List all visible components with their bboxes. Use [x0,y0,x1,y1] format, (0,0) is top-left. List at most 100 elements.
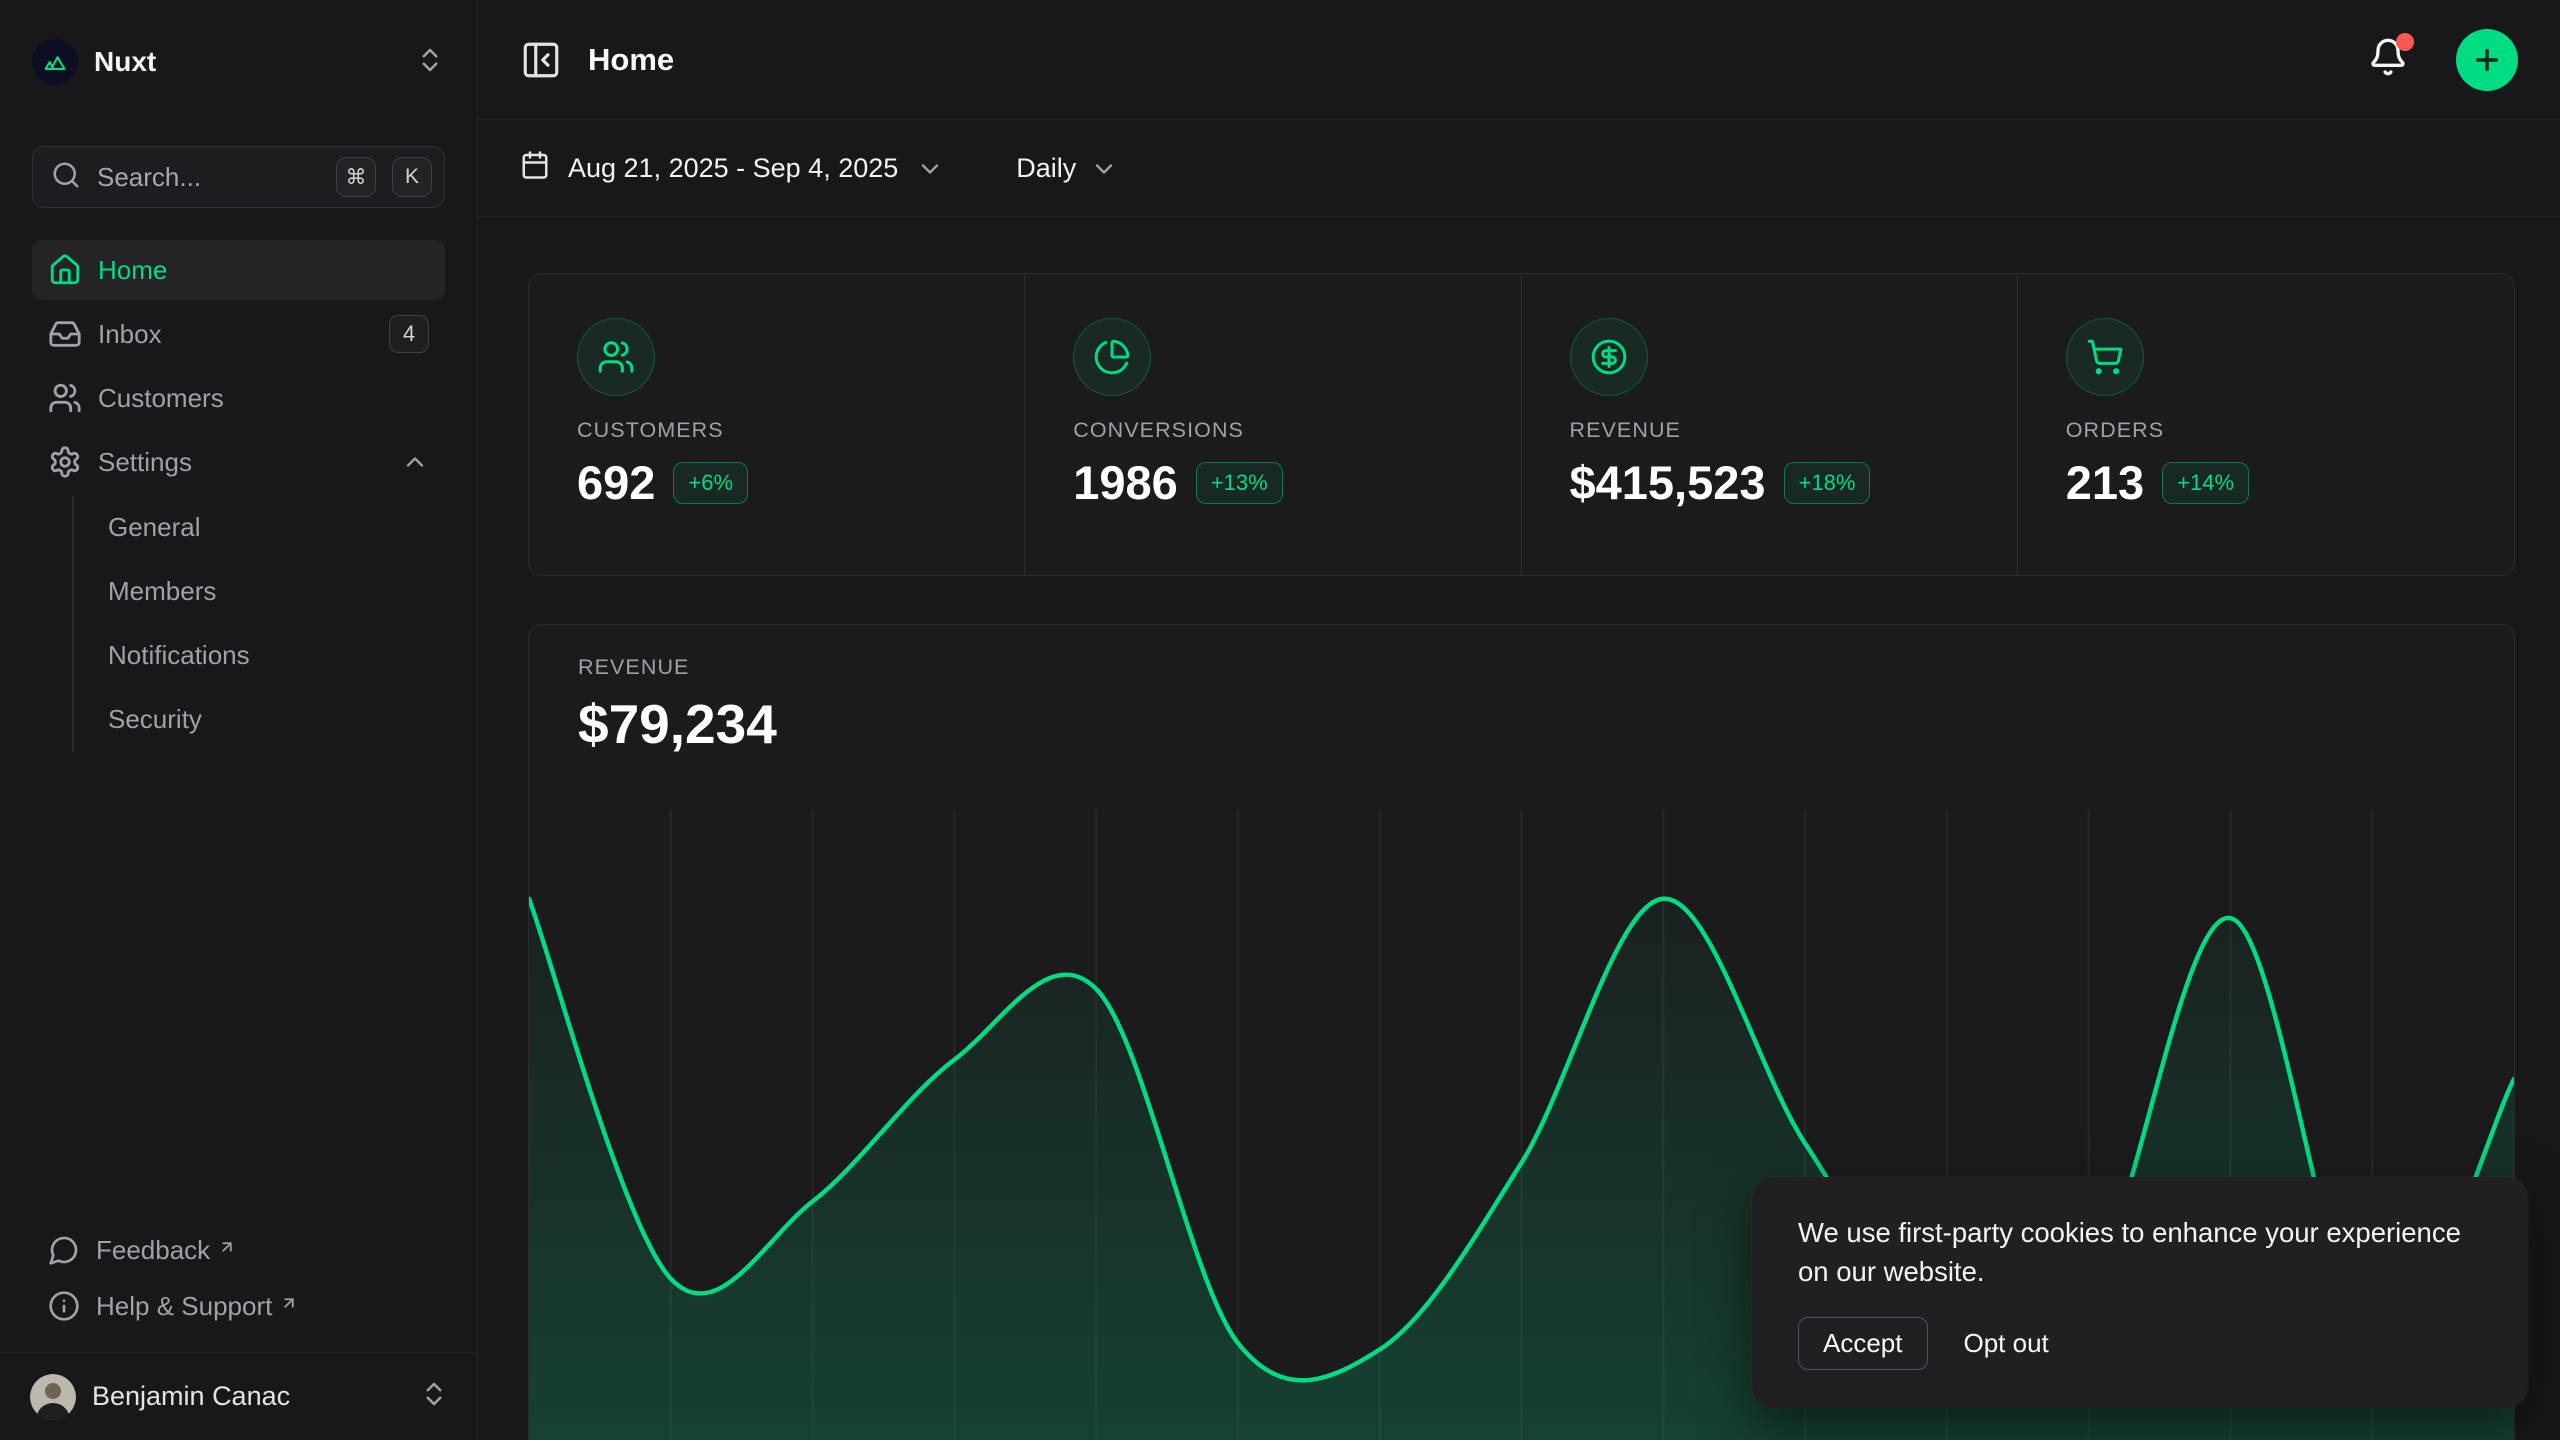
sidebar-link-label: Feedback [96,1235,210,1266]
gear-icon [48,445,82,479]
chevron-down-icon [1090,155,1118,183]
cart-icon [2086,338,2124,376]
app-root: Nuxt Search... ⌘ K Home Inbox 4 Customers Se… [0,0,2560,1440]
date-range-value: Aug 21, 2025 - Sep 4, 2025 [568,153,898,184]
stat-label: ORDERS [2066,418,2474,443]
stat-card-orders[interactable]: ORDERS 213 +14% [2018,274,2514,575]
granularity-select[interactable]: Daily [1016,153,1118,184]
stat-delta-badge: +18% [1784,462,1871,504]
inbox-icon [48,317,82,351]
plus-icon [2471,44,2503,76]
sidebar-item-label: Inbox [98,319,373,350]
sidebar-item-settings[interactable]: Settings [32,432,445,492]
sidebar-item-label: Home [98,255,429,286]
sidebar-item-customers[interactable]: Customers [32,368,445,428]
home-icon [48,253,82,287]
stat-delta-badge: +13% [1196,462,1283,504]
sidebar-subitem-general[interactable]: General [104,496,445,558]
pie-chart-icon [1093,338,1131,376]
sidebar-item-inbox[interactable]: Inbox 4 [32,304,445,364]
sidebar-link-label: Help & Support [96,1291,272,1322]
search-icon [51,160,81,195]
chevron-down-icon [916,155,944,183]
sidebar-item-home[interactable]: Home [32,240,445,300]
cart-icon [2066,318,2144,396]
dollar-circle-icon [1570,318,1648,396]
kbd-meta: ⌘ [336,157,376,197]
stat-card-conversions[interactable]: CONVERSIONS 1986 +13% [1025,274,1521,575]
page-title: Home [588,42,2342,78]
notifications-button[interactable] [2368,37,2408,82]
date-range-picker[interactable]: Aug 21, 2025 - Sep 4, 2025 [520,150,944,187]
dollar-circle-icon [1590,338,1628,376]
chevron-up-icon [401,448,429,476]
filters-toolbar: Aug 21, 2025 - Sep 4, 2025 Daily [478,121,2560,217]
sidebar-link-feedback[interactable]: Feedback [32,1222,445,1278]
notification-dot [2396,33,2414,51]
sidebar-subitem-members[interactable]: Members [104,560,445,622]
nuxt-logo [32,39,78,85]
opt-out-button[interactable]: Opt out [1964,1328,2049,1359]
pie-chart-icon [1073,318,1151,396]
accept-button[interactable]: Accept [1798,1317,1928,1370]
user-menu[interactable]: Benjamin Canac [0,1352,477,1440]
users-icon [48,381,82,415]
message-bubble-icon [48,1234,80,1266]
chevron-down-icon [916,155,944,183]
panel-left-close-icon[interactable] [520,39,562,81]
revenue-chart-label: REVENUE [578,655,2514,680]
sidebar-link-help-support[interactable]: Help & Support [32,1278,445,1334]
stat-value: 692 [577,455,655,510]
inbox-count-badge: 4 [389,315,429,353]
search-icon [51,160,81,190]
sidebar-footer: Feedback Help & Support [32,1222,445,1352]
page-header: Home [478,0,2560,120]
stat-value: 1986 [1073,455,1178,510]
avatar-image [30,1374,76,1420]
search-placeholder: Search... [97,162,320,193]
stat-label: CUSTOMERS [577,418,984,443]
sidebar-subitem-notifications[interactable]: Notifications [104,624,445,686]
add-button[interactable] [2456,29,2518,91]
sidebar: Nuxt Search... ⌘ K Home Inbox 4 Customers Se… [0,0,478,1440]
revenue-chart-header: REVENUE $79,234 [529,625,2514,756]
user-name: Benjamin Canac [92,1381,403,1412]
chevrons-up-down-icon [419,1379,449,1414]
users-icon [597,338,635,376]
stat-card-customers[interactable]: CUSTOMERS 692 +6% [529,274,1025,575]
stats-card: CUSTOMERS 692 +6% CONVERSIONS 1986 +13% … [528,273,2515,576]
avatar [30,1374,76,1420]
chevrons-up-down-icon[interactable] [415,45,445,80]
chevron-down-icon [1090,155,1118,183]
search-input[interactable]: Search... ⌘ K [32,146,445,208]
stat-delta-badge: +6% [673,462,748,504]
sidebar-nav: Home Inbox 4 Customers Settings GeneralMember… [32,240,445,752]
brand-name: Nuxt [94,46,399,78]
cookie-actions: Accept Opt out [1798,1317,2482,1370]
stat-label: CONVERSIONS [1073,418,1480,443]
sidebar-subitem-security[interactable]: Security [104,688,445,750]
calendar-icon [520,150,550,180]
cookie-banner: We use first-party cookies to enhance yo… [1752,1177,2528,1408]
kbd-k: K [392,157,432,197]
workspace-switcher[interactable]: Nuxt [32,34,445,90]
arrow-up-right-icon [218,1238,236,1256]
users-icon [577,318,655,396]
panel-left-close-icon [520,39,562,81]
sidebar-subnav-settings: GeneralMembersNotificationsSecurity [72,496,445,752]
stat-value: $415,523 [1570,455,1766,510]
nuxt-logo [40,47,70,77]
info-circle-icon [48,1290,80,1322]
chevrons-up-down-icon [415,45,445,75]
stat-card-revenue[interactable]: REVENUE $415,523 +18% [1522,274,2018,575]
stat-value: 213 [2066,455,2144,510]
stat-delta-badge: +14% [2162,462,2249,504]
sidebar-spacer [32,752,445,1222]
calendar-icon [520,150,550,187]
granularity-value: Daily [1016,153,1076,184]
sidebar-item-label: Settings [98,447,385,478]
stat-label: REVENUE [1570,418,1977,443]
revenue-chart-value: $79,234 [578,692,2514,756]
chevrons-up-down-icon [419,1379,449,1409]
arrow-up-right-icon [280,1294,298,1312]
